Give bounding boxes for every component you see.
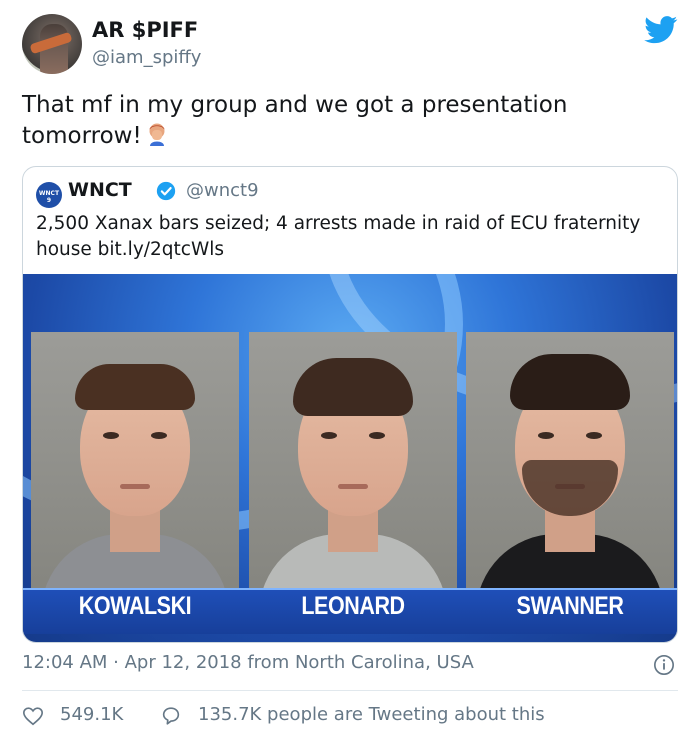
tweet-text-content: That mf in my group and we got a present…	[22, 92, 568, 149]
actions-divider	[22, 690, 678, 691]
mugshot-leonard	[249, 332, 457, 594]
suspect-name-kowalski: KOWALSKI	[78, 592, 192, 620]
quoted-tweet-card[interactable]: WNCT 9 WNCT @wnct9 2,500 Xanax bars seiz…	[22, 166, 678, 643]
conversation-button[interactable]: 135.7K people are Tweeting about this	[160, 704, 580, 728]
author-handle[interactable]: @iam_spiffy	[92, 47, 201, 68]
speech-bubble-icon	[162, 707, 180, 725]
quoted-tweet-text: 2,500 Xanax bars seized; 4 arrests made …	[36, 213, 641, 260]
quoted-author-avatar[interactable]: WNCT 9	[36, 182, 62, 208]
author-avatar[interactable]	[22, 14, 82, 74]
like-button[interactable]: 549.1K	[22, 704, 142, 728]
face-palm-emoji	[149, 123, 165, 146]
twitter-bird-icon[interactable]	[644, 16, 678, 44]
quoted-author-avatar-text: WNCT 9	[38, 190, 60, 204]
mugshot-swanner	[466, 332, 674, 594]
quoted-author-handle[interactable]: @wnct9	[186, 180, 259, 201]
heart-icon	[23, 707, 43, 726]
quoted-tweet-image[interactable]: KOWALSKI LEONARD SWANNER	[23, 274, 677, 642]
suspect-name-leonard: LEONARD	[301, 592, 405, 620]
mugshot-kowalski	[31, 332, 239, 594]
info-icon[interactable]	[653, 654, 675, 676]
tweet-text: That mf in my group and we got a present…	[22, 90, 672, 152]
like-count: 549.1K	[60, 704, 124, 725]
suspect-name-swanner: SWANNER	[516, 592, 624, 620]
quoted-author-display-name[interactable]: WNCT	[68, 179, 132, 201]
conversation-text: 135.7K people are Tweeting about this	[198, 704, 545, 725]
verified-badge-icon	[156, 181, 176, 201]
author-display-name[interactable]: AR $PIFF	[92, 18, 198, 42]
tweet-header: AR $PIFF @iam_spiffy	[22, 14, 678, 80]
tweet-timestamp[interactable]: 12:04 AM · Apr 12, 2018 from North Carol…	[22, 652, 474, 673]
